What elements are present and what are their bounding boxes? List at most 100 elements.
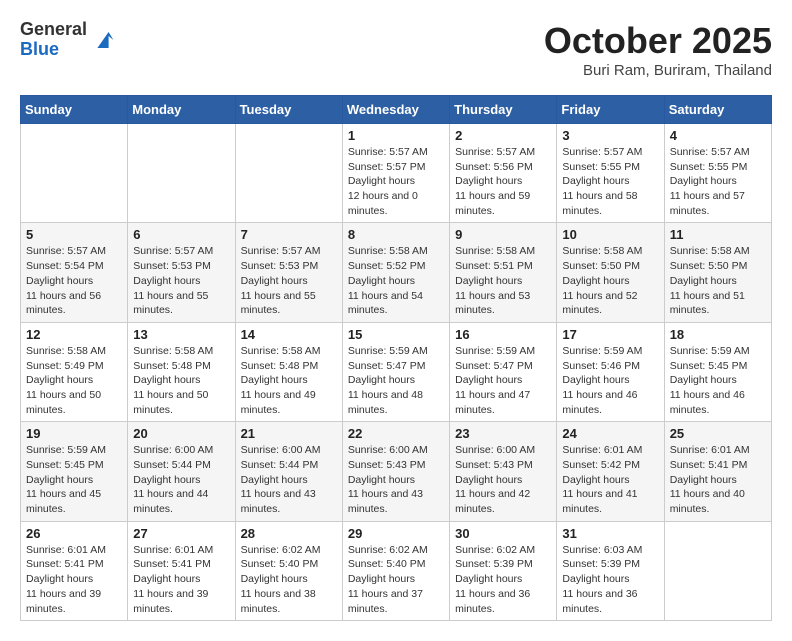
- calendar-cell: 26 Sunrise: 6:01 AMSunset: 5:41 PMDayligh…: [21, 521, 128, 620]
- calendar-week-row: 19 Sunrise: 5:59 AMSunset: 5:45 PMDayligh…: [21, 422, 772, 521]
- day-number: 8: [348, 227, 444, 242]
- calendar-cell: 27Sunrise: 6:01 AMSunset: 5:41 PMDayligh…: [128, 521, 235, 620]
- day-number: 14: [241, 327, 337, 342]
- day-number: 12: [26, 327, 122, 342]
- calendar-cell: 7 Sunrise: 5:57 AMSunset: 5:53 PMDaylight…: [235, 223, 342, 322]
- day-info: Sunrise: 5:59 AMSunset: 5:47 PMDaylight …: [348, 344, 444, 417]
- calendar-week-row: 5 Sunrise: 5:57 AMSunset: 5:54 PMDaylight…: [21, 223, 772, 322]
- day-info: Sunrise: 6:00 AMSunset: 5:43 PMDaylight …: [455, 443, 551, 516]
- day-info: Sunrise: 5:57 AMSunset: 5:56 PMDaylight …: [455, 145, 551, 218]
- calendar-cell: 24Sunrise: 6:01 AMSunset: 5:42 PMDayligh…: [557, 422, 664, 521]
- day-number: 24: [562, 426, 658, 441]
- day-info: Sunrise: 5:58 AMSunset: 5:52 PMDaylight …: [348, 244, 444, 317]
- day-number: 1: [348, 128, 444, 143]
- weekday-header-wednesday: Wednesday: [342, 96, 449, 124]
- day-number: 28: [241, 526, 337, 541]
- page-header: General Blue October 2025 Buri Ram, Buri…: [20, 20, 772, 79]
- day-number: 21: [241, 426, 337, 441]
- day-info: Sunrise: 6:00 AMSunset: 5:44 PMDaylight …: [241, 443, 337, 516]
- day-number: 20: [133, 426, 229, 441]
- calendar-week-row: 12 Sunrise: 5:58 AMSunset: 5:49 PMDayligh…: [21, 322, 772, 421]
- day-info: Sunrise: 5:58 AMSunset: 5:50 PMDaylight …: [670, 244, 766, 317]
- month-title: October 2025: [544, 20, 772, 62]
- day-number: 30: [455, 526, 551, 541]
- day-info: Sunrise: 5:57 AMSunset: 5:54 PMDaylight …: [26, 244, 122, 317]
- calendar-cell: 5 Sunrise: 5:57 AMSunset: 5:54 PMDaylight…: [21, 223, 128, 322]
- day-number: 2: [455, 128, 551, 143]
- weekday-header-thursday: Thursday: [450, 96, 557, 124]
- weekday-header-tuesday: Tuesday: [235, 96, 342, 124]
- day-info: Sunrise: 5:58 AMSunset: 5:49 PMDaylight …: [26, 344, 122, 417]
- day-number: 22: [348, 426, 444, 441]
- day-number: 26: [26, 526, 122, 541]
- calendar-cell: 9 Sunrise: 5:58 AMSunset: 5:51 PMDaylight…: [450, 223, 557, 322]
- day-number: 11: [670, 227, 766, 242]
- calendar-cell: 14 Sunrise: 5:58 AMSunset: 5:48 PMDayligh…: [235, 322, 342, 421]
- calendar-cell: 3 Sunrise: 5:57 AMSunset: 5:55 PMDaylight…: [557, 124, 664, 223]
- calendar-cell: 19 Sunrise: 5:59 AMSunset: 5:45 PMDayligh…: [21, 422, 128, 521]
- day-info: Sunrise: 6:02 AMSunset: 5:39 PMDaylight …: [455, 543, 551, 616]
- day-number: 10: [562, 227, 658, 242]
- day-number: 16: [455, 327, 551, 342]
- calendar-cell: 4 Sunrise: 5:57 AMSunset: 5:55 PMDaylight…: [664, 124, 771, 223]
- day-info: Sunrise: 5:58 AMSunset: 5:50 PMDaylight …: [562, 244, 658, 317]
- day-info: Sunrise: 5:57 AMSunset: 5:53 PMDaylight …: [241, 244, 337, 317]
- day-info: Sunrise: 6:00 AMSunset: 5:44 PMDaylight …: [133, 443, 229, 516]
- day-info: Sunrise: 5:59 AMSunset: 5:45 PMDaylight …: [26, 443, 122, 516]
- calendar-cell: 28Sunrise: 6:02 AMSunset: 5:40 PMDayligh…: [235, 521, 342, 620]
- calendar-cell: 16Sunrise: 5:59 AMSunset: 5:47 PMDayligh…: [450, 322, 557, 421]
- day-number: 7: [241, 227, 337, 242]
- day-number: 17: [562, 327, 658, 342]
- calendar-cell: 20 Sunrise: 6:00 AMSunset: 5:44 PMDayligh…: [128, 422, 235, 521]
- calendar-week-row: 26 Sunrise: 6:01 AMSunset: 5:41 PMDayligh…: [21, 521, 772, 620]
- calendar-cell: 22 Sunrise: 6:00 AMSunset: 5:43 PMDayligh…: [342, 422, 449, 521]
- day-number: 19: [26, 426, 122, 441]
- day-number: 3: [562, 128, 658, 143]
- day-number: 13: [133, 327, 229, 342]
- day-number: 4: [670, 128, 766, 143]
- weekday-header-friday: Friday: [557, 96, 664, 124]
- calendar-cell: 30 Sunrise: 6:02 AMSunset: 5:39 PMDayligh…: [450, 521, 557, 620]
- day-info: Sunrise: 6:02 AMSunset: 5:40 PMDaylight …: [348, 543, 444, 616]
- day-info: Sunrise: 6:01 AMSunset: 5:41 PMDaylight …: [26, 543, 122, 616]
- day-number: 5: [26, 227, 122, 242]
- day-number: 6: [133, 227, 229, 242]
- calendar-cell: 25 Sunrise: 6:01 AMSunset: 5:41 PMDayligh…: [664, 422, 771, 521]
- day-info: Sunrise: 5:57 AMSunset: 5:55 PMDaylight …: [562, 145, 658, 218]
- calendar-cell: 11 Sunrise: 5:58 AMSunset: 5:50 PMDayligh…: [664, 223, 771, 322]
- calendar-cell: 15Sunrise: 5:59 AMSunset: 5:47 PMDayligh…: [342, 322, 449, 421]
- logo-general: General: [20, 20, 87, 40]
- day-info: Sunrise: 6:03 AMSunset: 5:39 PMDaylight …: [562, 543, 658, 616]
- calendar-week-row: 1Sunrise: 5:57 AMSunset: 5:57 PMDaylight…: [21, 124, 772, 223]
- day-info: Sunrise: 5:58 AMSunset: 5:51 PMDaylight …: [455, 244, 551, 317]
- logo-blue: Blue: [20, 40, 87, 60]
- calendar-cell: 8 Sunrise: 5:58 AMSunset: 5:52 PMDaylight…: [342, 223, 449, 322]
- day-info: Sunrise: 6:00 AMSunset: 5:43 PMDaylight …: [348, 443, 444, 516]
- calendar-cell: [21, 124, 128, 223]
- calendar-cell: 1Sunrise: 5:57 AMSunset: 5:57 PMDaylight…: [342, 124, 449, 223]
- day-info: Sunrise: 5:57 AMSunset: 5:53 PMDaylight …: [133, 244, 229, 317]
- calendar-cell: 23 Sunrise: 6:00 AMSunset: 5:43 PMDayligh…: [450, 422, 557, 521]
- day-number: 23: [455, 426, 551, 441]
- day-info: Sunrise: 5:59 AMSunset: 5:46 PMDaylight …: [562, 344, 658, 417]
- calendar-cell: 17 Sunrise: 5:59 AMSunset: 5:46 PMDayligh…: [557, 322, 664, 421]
- calendar-cell: 29 Sunrise: 6:02 AMSunset: 5:40 PMDayligh…: [342, 521, 449, 620]
- day-info: Sunrise: 6:01 AMSunset: 5:41 PMDaylight …: [670, 443, 766, 516]
- weekday-header-sunday: Sunday: [21, 96, 128, 124]
- day-number: 27: [133, 526, 229, 541]
- calendar-cell: 13Sunrise: 5:58 AMSunset: 5:48 PMDayligh…: [128, 322, 235, 421]
- calendar-cell: 31Sunrise: 6:03 AMSunset: 5:39 PMDayligh…: [557, 521, 664, 620]
- weekday-header-saturday: Saturday: [664, 96, 771, 124]
- day-number: 9: [455, 227, 551, 242]
- title-block: October 2025 Buri Ram, Buriram, Thailand: [544, 20, 772, 79]
- day-number: 25: [670, 426, 766, 441]
- calendar-cell: 12 Sunrise: 5:58 AMSunset: 5:49 PMDayligh…: [21, 322, 128, 421]
- day-info: Sunrise: 5:57 AMSunset: 5:55 PMDaylight …: [670, 145, 766, 218]
- location: Buri Ram, Buriram, Thailand: [544, 62, 772, 79]
- day-number: 29: [348, 526, 444, 541]
- calendar-cell: 2 Sunrise: 5:57 AMSunset: 5:56 PMDaylight…: [450, 124, 557, 223]
- calendar-cell: 10 Sunrise: 5:58 AMSunset: 5:50 PMDayligh…: [557, 223, 664, 322]
- calendar-cell: [235, 124, 342, 223]
- day-info: Sunrise: 5:58 AMSunset: 5:48 PMDaylight …: [241, 344, 337, 417]
- calendar-cell: 6 Sunrise: 5:57 AMSunset: 5:53 PMDaylight…: [128, 223, 235, 322]
